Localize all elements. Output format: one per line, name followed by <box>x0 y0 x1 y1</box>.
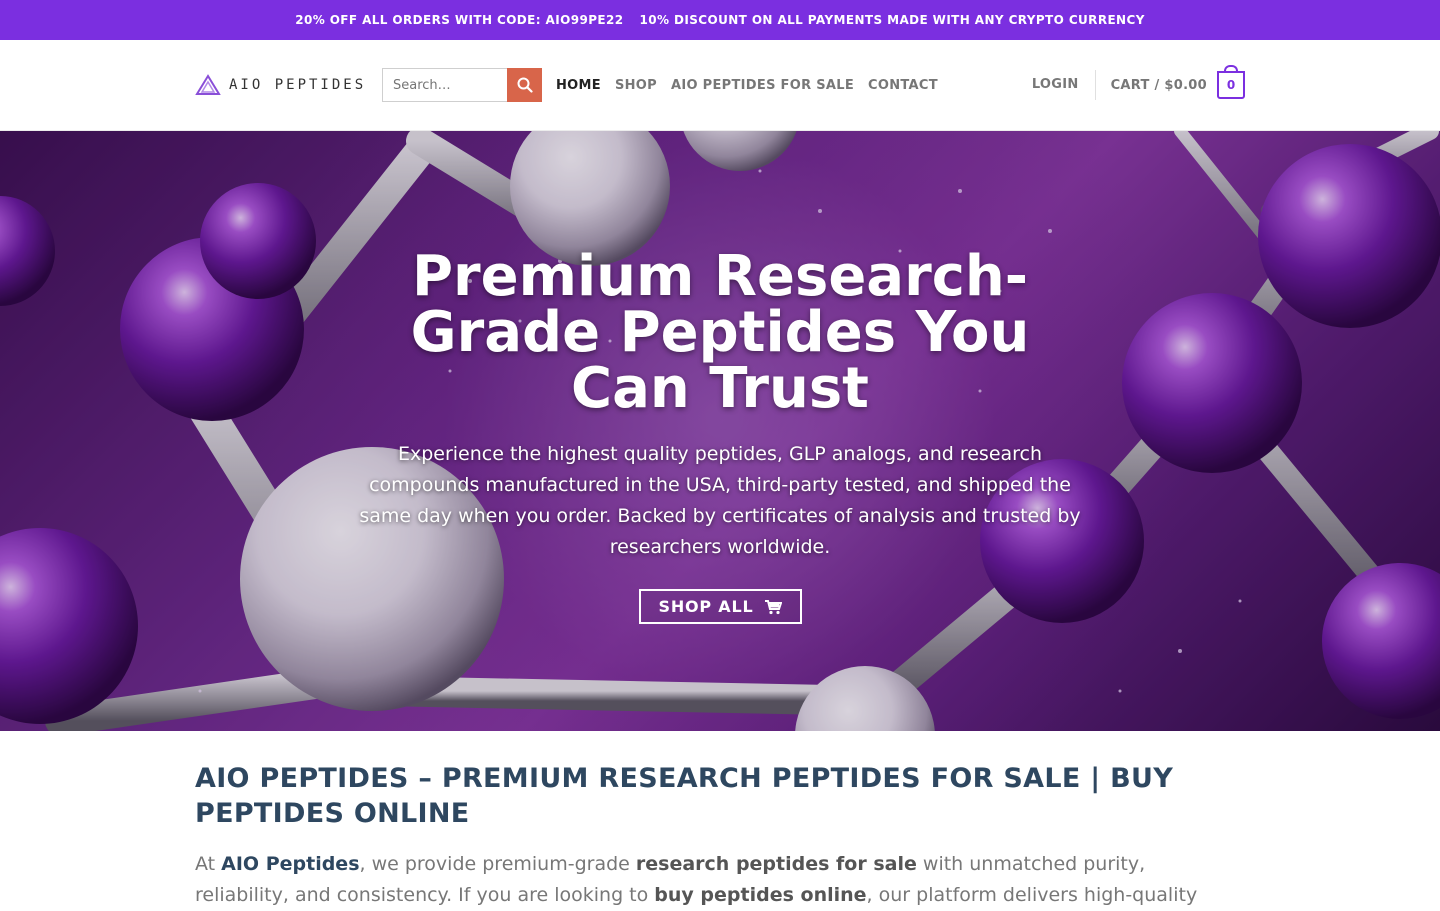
intro-section: AIO PEPTIDES – PREMIUM RESEARCH PEPTIDES… <box>0 731 1440 911</box>
logo-text: AIO PEPTIDES <box>229 77 367 93</box>
intro-paragraph: At AIO Peptides, we provide premium-grad… <box>195 849 1245 911</box>
hero-banner: Premium Research-Grade Peptides You Can … <box>0 131 1440 731</box>
intro-heading: AIO PEPTIDES – PREMIUM RESEARCH PEPTIDES… <box>195 763 1174 829</box>
promo-offer-code: 20% OFF ALL ORDERS WITH CODE: AIO99PE22 <box>295 13 624 27</box>
search-icon <box>517 77 533 93</box>
intro-text-4: , our platform delivers high-quality <box>866 884 1198 906</box>
cart-icon <box>764 599 782 614</box>
intro-text-1: At <box>195 853 222 875</box>
nav-shop[interactable]: SHOP <box>615 78 657 93</box>
search-button[interactable] <box>507 68 542 102</box>
intro-text-2: , we provide premium-grade <box>359 853 636 875</box>
intro-keyword-buy-online: buy peptides online <box>654 884 867 906</box>
cart-link[interactable]: CART / $0.00 0 <box>1110 65 1245 99</box>
nav-aio-peptides-for-sale[interactable]: AIO PEPTIDES FOR SALE <box>671 78 854 93</box>
intro-brand-name: AIO Peptides <box>221 853 360 875</box>
hero-subtitle: Experience the highest quality peptides,… <box>359 443 1081 558</box>
account-nav: LOGIN CART / $0.00 0 <box>1032 65 1245 100</box>
nav-home[interactable]: HOME <box>556 78 601 93</box>
site-header: AIO PEPTIDES HOME SHOP AIO PEPTIDES FOR … <box>0 40 1440 131</box>
logo-triangle-icon <box>195 74 221 95</box>
nav-contact[interactable]: CONTACT <box>868 78 938 93</box>
main-nav: HOME SHOP AIO PEPTIDES FOR SALE CONTACT <box>556 78 938 93</box>
promo-bar: 20% OFF ALL ORDERS WITH CODE: AIO99PE22 … <box>0 0 1440 40</box>
cart-total: CART / $0.00 <box>1110 77 1207 93</box>
search-input[interactable] <box>382 68 507 102</box>
site-logo[interactable]: AIO PEPTIDES <box>195 74 382 96</box>
login-link[interactable]: LOGIN <box>1032 70 1096 100</box>
intro-keyword-research-peptides: research peptides for sale <box>635 853 917 875</box>
hero-content: Premium Research-Grade Peptides You Can … <box>350 249 1090 624</box>
search-form <box>382 68 542 102</box>
shop-all-button[interactable]: SHOP ALL <box>638 589 802 624</box>
cart-count-badge: 0 <box>1217 65 1245 99</box>
shop-all-label: SHOP ALL <box>658 597 754 616</box>
hero-title: Premium Research-Grade Peptides You Can … <box>410 244 1030 421</box>
promo-crypto-discount: 10% DISCOUNT ON ALL PAYMENTS MADE WITH A… <box>639 13 1145 27</box>
